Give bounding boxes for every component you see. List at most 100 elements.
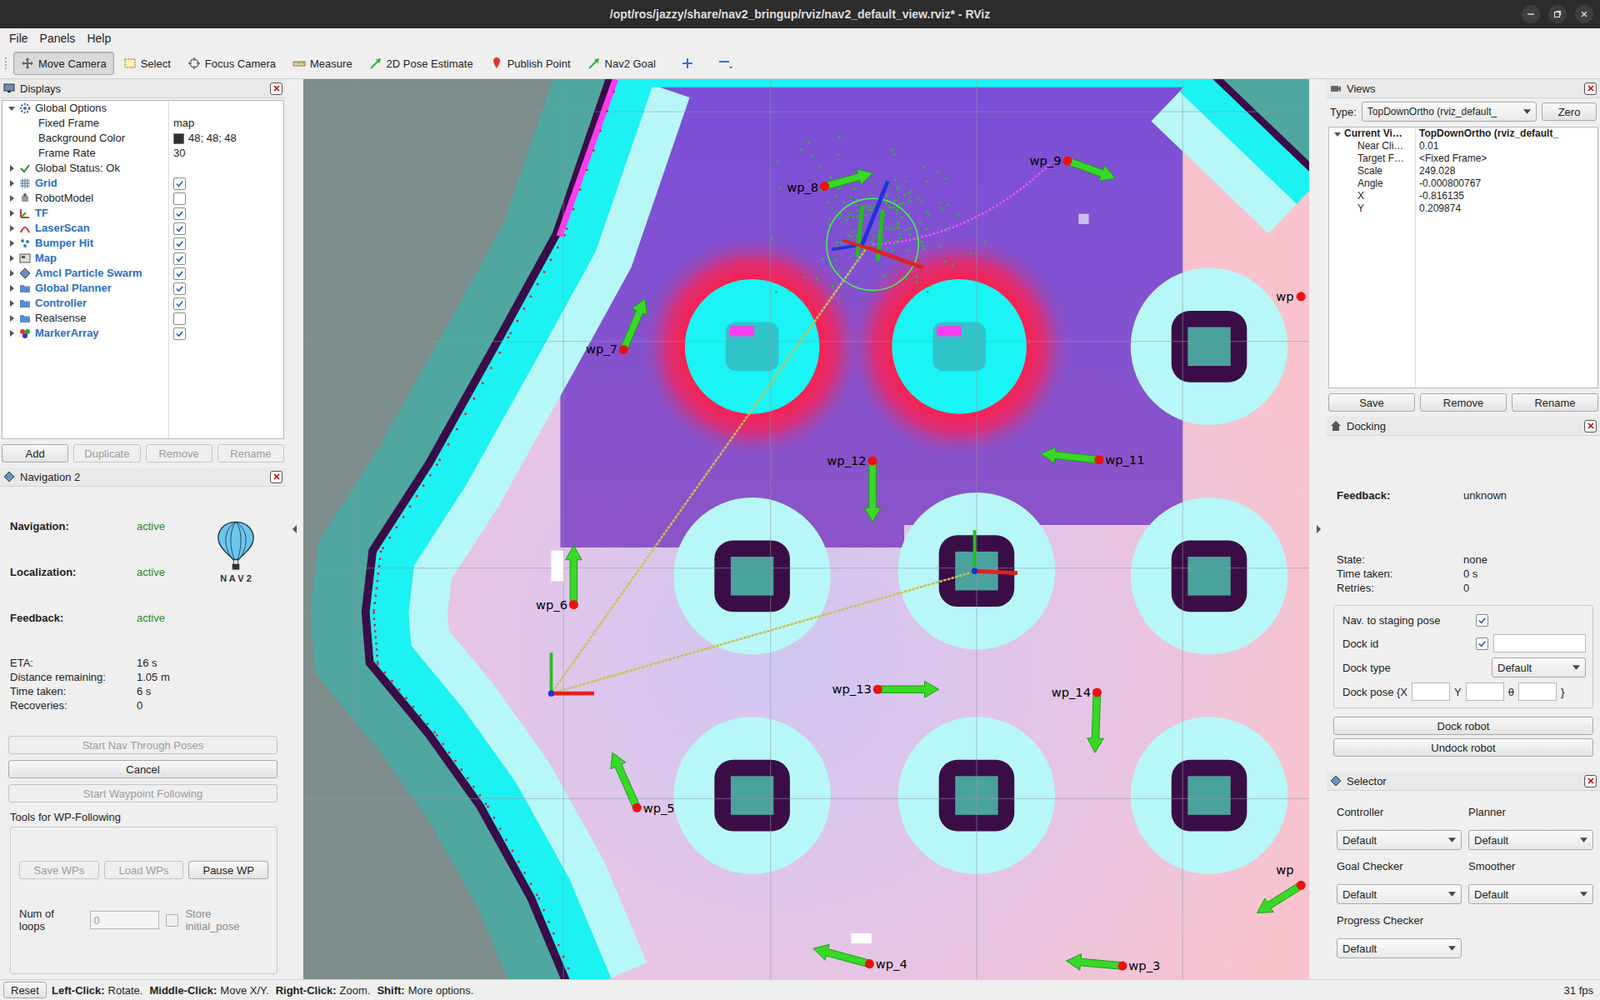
map-view[interactable]: wp_8wp_9wp_7wp_6wp_5wp_4wp_3wp_11wp_12wp… bbox=[303, 79, 1310, 980]
waypoint[interactable]: wp bbox=[1275, 289, 1305, 304]
expand-icon[interactable] bbox=[8, 240, 15, 247]
display-row[interactable]: MarkerArray bbox=[2, 325, 284, 341]
add-tool-button[interactable] bbox=[675, 51, 700, 75]
property-row[interactable]: Background Color48; 48; 48 bbox=[2, 130, 284, 146]
expand-icon[interactable] bbox=[8, 195, 15, 202]
display-checkbox[interactable] bbox=[173, 327, 186, 340]
waypoint[interactable]: wp_7 bbox=[585, 298, 648, 356]
display-row[interactable]: Controller bbox=[2, 295, 284, 311]
property-row[interactable]: X-0.816135 bbox=[1329, 190, 1598, 203]
color-swatch[interactable] bbox=[173, 133, 185, 145]
property-row[interactable]: Target F…<Fixed Frame> bbox=[1329, 152, 1598, 165]
display-row[interactable]: LaserScan bbox=[2, 220, 284, 236]
waypoint[interactable]: wp_3 bbox=[1066, 954, 1161, 973]
waypoint[interactable]: wp_14 bbox=[1051, 685, 1105, 753]
remove-tool-button[interactable] bbox=[711, 51, 740, 75]
menu-item[interactable]: Help bbox=[80, 30, 117, 47]
waypoint[interactable]: wp_4 bbox=[813, 944, 908, 970]
tree-row[interactable]: Global Options bbox=[2, 100, 284, 116]
wp-button[interactable]: Load WPs bbox=[104, 860, 185, 880]
maximize-button[interactable] bbox=[1548, 5, 1567, 24]
navigation-button[interactable]: Cancel bbox=[8, 760, 278, 779]
panel-close-button[interactable] bbox=[270, 470, 283, 484]
tree-row[interactable]: Current Vi…TopDownOrtho (rviz_default_ bbox=[1329, 127, 1598, 140]
view-type-select[interactable]: TopDownOrtho (rviz_default_ bbox=[1361, 101, 1537, 122]
navigation-button[interactable]: Start Waypoint Following bbox=[8, 784, 278, 803]
display-checkbox[interactable] bbox=[173, 207, 186, 220]
waypoint[interactable]: wp_11 bbox=[1040, 446, 1145, 466]
views-button[interactable]: Rename bbox=[1511, 393, 1599, 412]
waypoint[interactable]: wp_13 bbox=[831, 680, 939, 698]
display-checkbox[interactable] bbox=[173, 222, 186, 235]
expand-icon[interactable] bbox=[8, 330, 15, 337]
waypoint[interactable]: wp_8 bbox=[786, 169, 873, 195]
selector-select[interactable]: Default bbox=[1336, 830, 1462, 850]
waypoint[interactable]: wp_5 bbox=[610, 752, 675, 815]
display-row[interactable]: RobotModel bbox=[2, 190, 284, 206]
close-button[interactable] bbox=[1575, 5, 1594, 24]
expand-icon[interactable] bbox=[8, 225, 15, 232]
menu-item[interactable]: Panels bbox=[34, 30, 82, 47]
display-checkbox[interactable] bbox=[173, 267, 186, 280]
panel-close-button[interactable] bbox=[270, 82, 283, 95]
expand-icon[interactable] bbox=[8, 315, 15, 322]
displays-button[interactable]: Add bbox=[1, 444, 69, 463]
selector-select[interactable]: Default bbox=[1468, 884, 1594, 905]
dock-type-select[interactable]: Default bbox=[1491, 657, 1586, 678]
property-row[interactable]: Fixed Framemap bbox=[2, 115, 284, 131]
tree-row[interactable]: Global Status: Ok bbox=[2, 160, 284, 176]
navigation-button[interactable]: Start Nav Through Poses bbox=[8, 735, 278, 755]
views-button[interactable]: Remove bbox=[1420, 393, 1507, 412]
toolbar-button[interactable]: Publish Point bbox=[482, 51, 579, 75]
toolbar-button[interactable]: Focus Camera bbox=[180, 51, 284, 75]
panel-close-button[interactable] bbox=[1584, 82, 1597, 95]
menu-item[interactable]: File bbox=[3, 30, 35, 47]
display-checkbox[interactable] bbox=[173, 192, 186, 205]
display-checkbox[interactable] bbox=[173, 297, 186, 310]
display-row[interactable]: Bumper Hit bbox=[2, 235, 284, 251]
zero-button[interactable]: Zero bbox=[1541, 102, 1597, 121]
display-row[interactable]: Global Planner bbox=[2, 280, 284, 296]
display-row[interactable]: Grid bbox=[2, 175, 284, 191]
display-row[interactable]: Map bbox=[2, 250, 284, 266]
store-pose-checkbox[interactable] bbox=[165, 914, 179, 927]
selector-select[interactable]: Default bbox=[1336, 938, 1462, 959]
panel-close-button[interactable] bbox=[1584, 775, 1597, 788]
expand-icon[interactable] bbox=[8, 210, 15, 217]
expand-icon[interactable] bbox=[8, 255, 15, 262]
dock-id-input[interactable] bbox=[1493, 634, 1586, 653]
selector-select[interactable]: Default bbox=[1336, 884, 1462, 905]
expand-icon[interactable] bbox=[8, 270, 15, 277]
dock-theta-input[interactable] bbox=[1518, 682, 1557, 701]
toolbar-button[interactable]: Select bbox=[115, 51, 179, 75]
left-splitter[interactable] bbox=[285, 79, 304, 980]
display-checkbox[interactable] bbox=[173, 237, 186, 250]
property-row[interactable]: Y0.209874 bbox=[1329, 202, 1598, 215]
property-row[interactable]: Frame Rate30 bbox=[2, 145, 284, 161]
toolbar-button[interactable]: Measure bbox=[285, 51, 360, 75]
expand-icon[interactable] bbox=[1334, 130, 1341, 138]
wp-button[interactable]: Save WPs bbox=[19, 860, 100, 880]
render-panel[interactable]: wp_8wp_9wp_7wp_6wp_5wp_4wp_3wp_11wp_12wp… bbox=[303, 79, 1310, 980]
displays-button[interactable]: Remove bbox=[145, 444, 213, 463]
reset-button[interactable]: Reset bbox=[3, 981, 47, 999]
waypoint[interactable]: wp_6 bbox=[535, 545, 582, 612]
wp-button[interactable]: Pause WP bbox=[188, 860, 269, 880]
expand-icon[interactable] bbox=[8, 165, 15, 172]
dock-y-input[interactable] bbox=[1465, 682, 1505, 701]
display-checkbox[interactable] bbox=[173, 252, 186, 265]
toolbar-button[interactable]: Move Camera bbox=[13, 51, 115, 75]
selector-select[interactable]: Default bbox=[1468, 830, 1594, 850]
waypoint[interactable]: wp_12 bbox=[826, 453, 881, 523]
display-row[interactable]: Amcl Particle Swarm bbox=[2, 265, 284, 281]
expand-icon[interactable] bbox=[8, 105, 15, 112]
waypoint[interactable]: wp bbox=[1257, 862, 1306, 914]
toolbar-button[interactable]: 2D Pose Estimate bbox=[361, 51, 481, 75]
property-row[interactable]: Scale249.028 bbox=[1329, 165, 1598, 178]
displays-button[interactable]: Duplicate bbox=[73, 444, 140, 463]
display-checkbox[interactable] bbox=[173, 282, 186, 295]
staging-checkbox[interactable] bbox=[1475, 614, 1489, 627]
panel-close-button[interactable] bbox=[1584, 420, 1597, 433]
property-row[interactable]: Angle-0.000800767 bbox=[1329, 177, 1598, 190]
displays-button[interactable]: Rename bbox=[217, 444, 285, 463]
